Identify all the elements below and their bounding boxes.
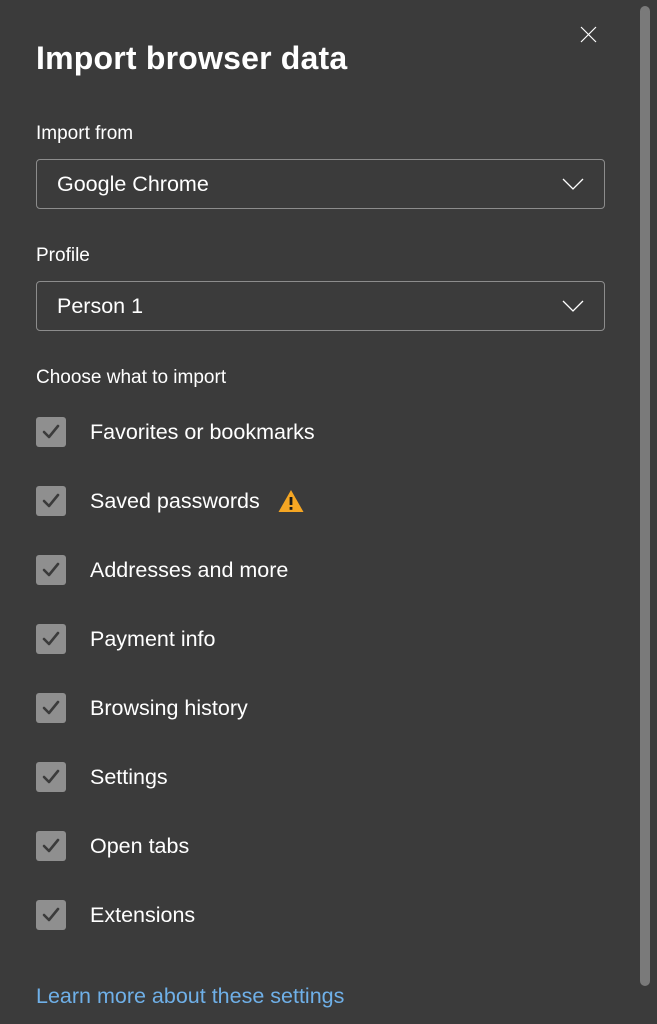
import-option-text: Favorites or bookmarks xyxy=(90,420,315,445)
dialog-title: Import browser data xyxy=(36,40,604,77)
warning-icon xyxy=(278,489,304,513)
check-icon xyxy=(41,422,61,442)
import-option-row: Browsing history xyxy=(36,693,604,723)
import-option-row: Open tabs xyxy=(36,831,604,861)
check-icon xyxy=(41,767,61,787)
checkbox[interactable] xyxy=(36,900,66,930)
import-option-text: Open tabs xyxy=(90,834,189,859)
checkbox[interactable] xyxy=(36,693,66,723)
chevron-down-icon xyxy=(562,300,584,312)
check-icon xyxy=(41,905,61,925)
learn-more-link[interactable]: Learn more about these settings xyxy=(36,984,344,1009)
import-option-label: Saved passwords xyxy=(90,489,304,514)
check-icon xyxy=(41,629,61,649)
import-browser-data-panel: Import browser data Import from Google C… xyxy=(0,0,640,1024)
import-option-text: Settings xyxy=(90,765,168,790)
close-icon xyxy=(580,26,597,43)
profile-value: Person 1 xyxy=(57,294,143,319)
import-option-label: Payment info xyxy=(90,627,215,652)
choose-what-to-import-label: Choose what to import xyxy=(36,367,604,389)
import-option-label: Addresses and more xyxy=(90,558,288,583)
close-button[interactable] xyxy=(572,18,604,50)
import-option-text: Browsing history xyxy=(90,696,248,721)
checkbox[interactable] xyxy=(36,762,66,792)
import-options-list: Favorites or bookmarks Saved passwords Add… xyxy=(36,417,604,930)
checkbox[interactable] xyxy=(36,624,66,654)
import-option-label: Browsing history xyxy=(90,696,248,721)
checkbox[interactable] xyxy=(36,555,66,585)
import-from-select[interactable]: Google Chrome xyxy=(36,159,605,209)
check-icon xyxy=(41,836,61,856)
import-option-row: Favorites or bookmarks xyxy=(36,417,604,447)
import-option-label: Extensions xyxy=(90,903,195,928)
import-option-text: Payment info xyxy=(90,627,215,652)
import-from-value: Google Chrome xyxy=(57,172,209,197)
import-option-row: Settings xyxy=(36,762,604,792)
profile-select[interactable]: Person 1 xyxy=(36,281,605,331)
import-option-label: Favorites or bookmarks xyxy=(90,420,315,445)
profile-label: Profile xyxy=(36,245,604,267)
import-option-row: Extensions xyxy=(36,900,604,930)
import-option-label: Settings xyxy=(90,765,168,790)
import-option-text: Saved passwords xyxy=(90,489,260,514)
check-icon xyxy=(41,698,61,718)
checkbox[interactable] xyxy=(36,831,66,861)
chevron-down-icon xyxy=(562,178,584,190)
import-from-label: Import from xyxy=(36,123,604,145)
import-option-text: Addresses and more xyxy=(90,558,288,583)
import-option-text: Extensions xyxy=(90,903,195,928)
import-option-label: Open tabs xyxy=(90,834,189,859)
import-option-row: Addresses and more xyxy=(36,555,604,585)
checkbox[interactable] xyxy=(36,417,66,447)
scrollbar-thumb[interactable] xyxy=(640,6,650,986)
import-option-row: Payment info xyxy=(36,624,604,654)
import-option-row: Saved passwords xyxy=(36,486,604,516)
checkbox[interactable] xyxy=(36,486,66,516)
check-icon xyxy=(41,560,61,580)
check-icon xyxy=(41,491,61,511)
